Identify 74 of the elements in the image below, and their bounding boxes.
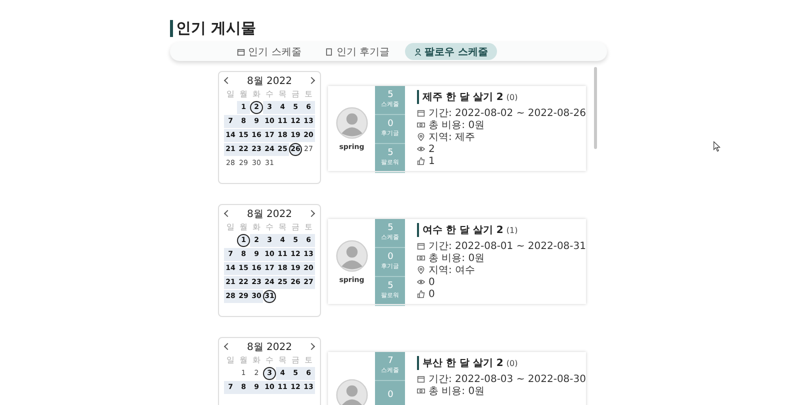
money-icon [417, 254, 426, 262]
weekday-label: 목 [278, 222, 288, 233]
post-title[interactable]: 여수 한 달 살기 2 [422, 223, 504, 237]
post-info: 2 [428, 144, 435, 154]
post-title[interactable]: 부산 한 달 살기 2 [422, 356, 504, 370]
post-title[interactable]: 제주 한 달 살기 2 [422, 90, 504, 104]
tab[interactable]: 팔로우 스케줄 [404, 43, 497, 60]
weekday-label: 월 [238, 222, 248, 233]
avatar-icon [336, 378, 368, 405]
stat-count: 7 [388, 356, 394, 366]
calendar-icon [417, 109, 426, 117]
calendar-month: 8월 2022 [247, 74, 292, 88]
avatar-icon [336, 240, 368, 272]
post-info: 총 비용: 0원 [428, 119, 485, 132]
stat-count: 0 [388, 252, 394, 262]
eye-icon [417, 278, 426, 286]
weekday-label: 화 [252, 89, 262, 100]
avatar-icon [336, 106, 368, 138]
weekday-label: 토 [304, 222, 314, 233]
calendar-month: 8월 2022 [247, 340, 292, 354]
weekday-label: 토 [304, 355, 314, 366]
tab[interactable]: 인기 스케줄 [228, 43, 310, 60]
weekday-label: 수 [264, 355, 274, 366]
tab[interactable]: 인기 후기글 [316, 43, 399, 60]
post-info: 지역: 제주 [428, 131, 476, 144]
document-icon [325, 48, 334, 56]
weekday-label: 목 [278, 89, 288, 100]
stat-count: 0 [388, 119, 394, 129]
comment-count: (1) [506, 226, 518, 235]
weekday-label: 수 [264, 89, 274, 100]
post-info: 총 비용: 0원 [428, 385, 485, 398]
calendar-icon [237, 48, 246, 56]
stat-count: 5 [388, 281, 394, 291]
weekday-label: 화 [252, 222, 262, 233]
weekday-label: 수 [264, 222, 274, 233]
weekday-label: 월 [238, 355, 248, 366]
post-info: 기간: 2022-08-03 ~ 2022-08-30 [428, 373, 586, 386]
page-title: 인기 게시물 [170, 20, 607, 37]
weekday-label: 월 [238, 89, 248, 100]
weekday-label: 금 [290, 355, 300, 366]
weekday-label: 화 [252, 355, 262, 366]
post-info: 0 [428, 276, 435, 288]
calendar-month: 8월 2022 [247, 208, 292, 220]
post-info: 총 비용: 0원 [428, 252, 485, 265]
post-info: 기간: 2022-08-02 ~ 2022-08-26 [428, 107, 586, 120]
money-icon [417, 387, 426, 395]
calendar-icon [417, 375, 426, 383]
location-pin-icon [417, 133, 426, 141]
person-icon [414, 48, 422, 56]
weekday-label: 금 [290, 89, 300, 100]
weekday-label: 토 [304, 89, 314, 100]
scrollbar[interactable] [594, 67, 597, 149]
stat-count: 5 [388, 223, 394, 233]
weekday-label: 목 [278, 355, 288, 366]
eye-icon [417, 145, 426, 153]
weekday-label: 일 [226, 89, 236, 100]
money-icon [417, 121, 426, 129]
stat-count: 0 [388, 390, 394, 400]
post-info: 1 [428, 156, 435, 166]
location-pin-icon [417, 266, 426, 274]
post-info: 0 [428, 288, 435, 300]
weekday-label: 일 [226, 222, 236, 233]
thumbs-up-icon [417, 290, 426, 298]
thumbs-up-icon [417, 157, 426, 165]
stat-count: 5 [388, 148, 394, 158]
calendar-icon [417, 242, 426, 250]
comment-count: (0) [506, 93, 518, 102]
weekday-label: 일 [226, 355, 236, 366]
post-info: 기간: 2022-08-01 ~ 2022-08-31 [428, 240, 586, 253]
weekday-label: 금 [290, 222, 300, 233]
stat-count: 5 [388, 90, 394, 100]
post-info: 지역: 여수 [428, 264, 476, 277]
mouse-cursor-icon [713, 141, 721, 152]
comment-count: (0) [506, 359, 518, 368]
